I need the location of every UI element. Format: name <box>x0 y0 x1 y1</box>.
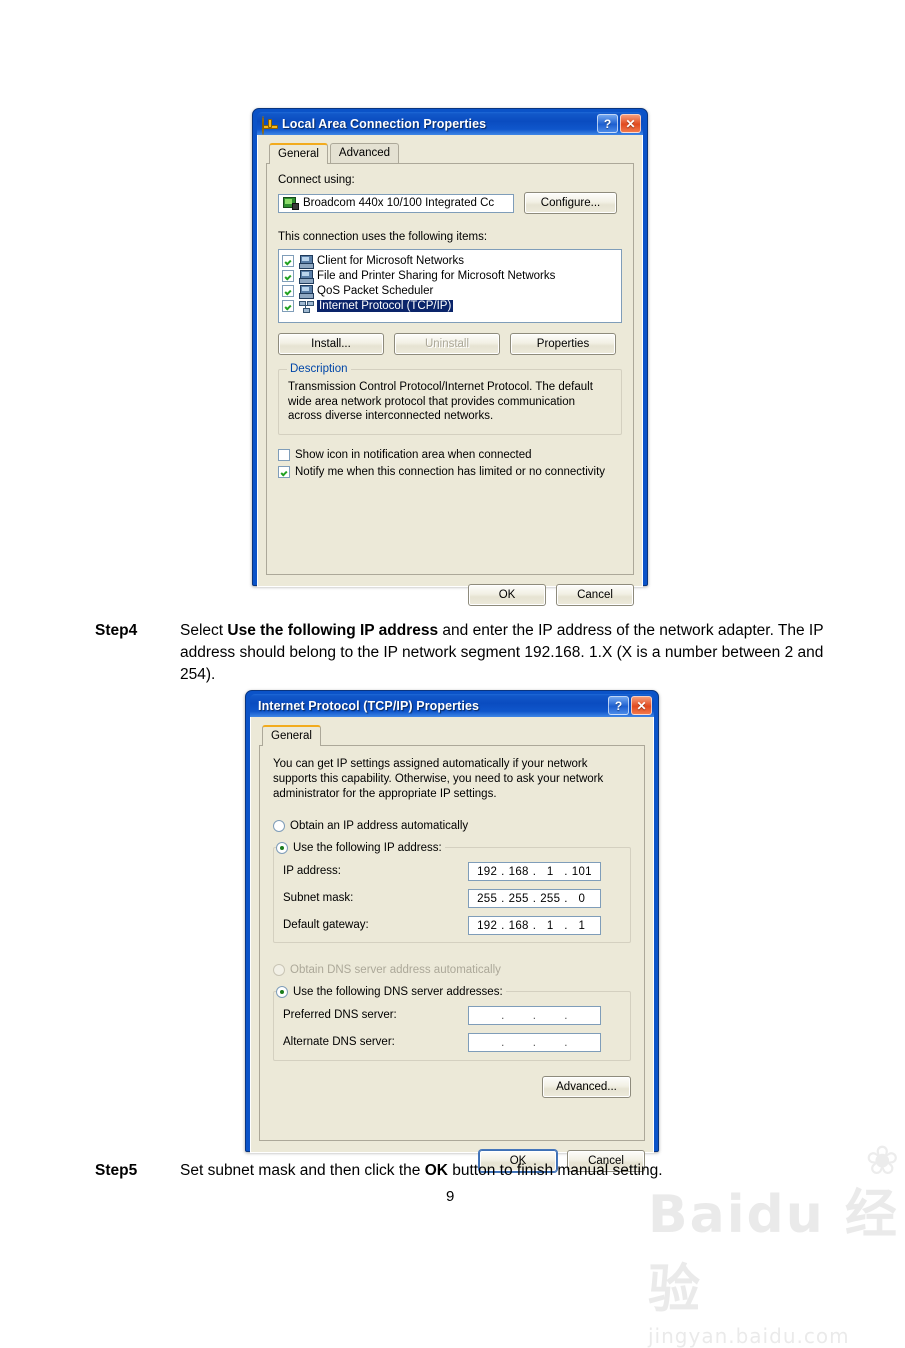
list-item[interactable]: QoS Packet Scheduler <box>282 283 619 299</box>
list-item[interactable]: Client for Microsoft Networks <box>282 253 619 269</box>
checkbox-label: Show icon in notification area when conn… <box>295 448 532 461</box>
install-button[interactable]: Install... <box>278 333 384 355</box>
list-item[interactable]: File and Printer Sharing for Microsoft N… <box>282 268 619 284</box>
default-gateway-label: Default gateway: <box>283 919 369 931</box>
list-item-label: Internet Protocol (TCP/IP) <box>317 299 454 312</box>
ok-button[interactable]: OK <box>468 584 546 606</box>
description-group: Description Transmission Control Protoco… <box>278 363 622 435</box>
preferred-dns-input[interactable]: . . . <box>468 1006 601 1025</box>
local-area-connection-properties-dialog: Local Area Connection Properties ? ✕ Gen… <box>252 108 648 606</box>
network-adapter-icon <box>283 197 299 210</box>
adapter-combobox[interactable]: Broadcom 440x 10/100 Integrated Cc <box>278 193 514 213</box>
notify-me-checkbox-row[interactable]: Notify me when this connection has limit… <box>278 463 622 480</box>
preferred-dns-label: Preferred DNS server: <box>283 1009 397 1021</box>
paw-icon: ❀ <box>865 1139 899 1183</box>
dialog1-body: General Advanced Connect using: Broadcom… <box>257 135 643 606</box>
manual-ip-legend: Use the following IP address: <box>276 841 445 855</box>
radio-icon <box>273 964 285 976</box>
page-number: 9 <box>446 1188 455 1205</box>
list-item-label: File and Printer Sharing for Microsoft N… <box>317 269 556 282</box>
description-legend: Description <box>287 363 351 375</box>
list-item-selected[interactable]: Internet Protocol (TCP/IP) <box>282 298 619 313</box>
step4-label: Step4 <box>95 622 138 639</box>
radio-label: Obtain an IP address automatically <box>290 820 469 832</box>
internet-protocol-tcpip-properties-dialog: Internet Protocol (TCP/IP) Properties ? … <box>245 690 659 1172</box>
alternate-dns-input[interactable]: . . . <box>468 1033 601 1052</box>
adapter-name: Broadcom 440x 10/100 Integrated Cc <box>303 197 495 209</box>
dialog1-general-panel: Connect using: Broadcom 440x 10/100 Inte… <box>266 163 634 575</box>
step5-bold: OK <box>424 1162 448 1179</box>
cancel-button[interactable]: Cancel <box>556 584 634 606</box>
ip-address-label: IP address: <box>283 865 341 877</box>
protocol-icon <box>299 300 314 313</box>
checkbox-label: Notify me when this connection has limit… <box>295 465 606 478</box>
uninstall-button: Uninstall <box>394 333 500 355</box>
step5-label: Step5 <box>95 1162 138 1179</box>
dialog1-tabs: General Advanced <box>269 142 634 164</box>
dialog1-window-buttons: ? ✕ <box>597 114 641 133</box>
list-item-label: QoS Packet Scheduler <box>317 284 434 297</box>
default-gateway-input[interactable]: 192. 168. 1. 1 <box>468 916 601 935</box>
dialog2-titlebar[interactable]: Internet Protocol (TCP/IP) Properties ? … <box>250 694 654 717</box>
checkbox-icon[interactable] <box>282 269 294 282</box>
network-connection-icon <box>262 115 278 135</box>
dialog2-window-buttons: ? ✕ <box>608 696 652 715</box>
description-text: Transmission Control Protocol/Internet P… <box>288 381 593 422</box>
properties-button[interactable]: Properties <box>510 333 616 355</box>
radio-icon[interactable] <box>276 842 288 854</box>
radio-label: Use the following IP address: <box>293 842 442 854</box>
computer-icon <box>299 269 314 284</box>
document-page: Local Area Connection Properties ? ✕ Gen… <box>0 0 905 1348</box>
radio-obtain-dns-automatically: Obtain DNS server address automatically <box>273 963 631 977</box>
radio-label: Use the following DNS server addresses: <box>293 986 503 998</box>
dialog2-title: Internet Protocol (TCP/IP) Properties <box>258 698 480 713</box>
configure-button[interactable]: Configure... <box>524 192 617 214</box>
checkbox-icon[interactable] <box>278 465 290 478</box>
components-listbox[interactable]: Client for Microsoft Networks File and P… <box>278 249 622 323</box>
dialog1-titlebar[interactable]: Local Area Connection Properties ? ✕ <box>257 112 643 135</box>
step4-text: Select Use the following IP address and … <box>180 622 824 683</box>
show-icon-checkbox-row[interactable]: Show icon in notification area when conn… <box>278 446 622 463</box>
radio-obtain-ip-automatically[interactable]: Obtain an IP address automatically <box>273 819 631 833</box>
checkbox-icon[interactable] <box>282 284 294 297</box>
help-icon[interactable]: ? <box>608 696 629 715</box>
step4-bold: Use the following IP address <box>227 622 439 639</box>
watermark-url: jingyan.baidu.com <box>648 1324 850 1348</box>
checkbox-icon[interactable] <box>278 448 290 461</box>
close-icon[interactable]: ✕ <box>631 696 652 715</box>
tab-advanced[interactable]: Advanced <box>329 143 400 163</box>
alternate-dns-label: Alternate DNS server: <box>283 1036 395 1048</box>
close-icon[interactable]: ✕ <box>620 114 641 133</box>
computer-icon <box>299 284 314 299</box>
tab-general[interactable]: General <box>269 143 328 164</box>
subnet-mask-label: Subnet mask: <box>283 892 354 904</box>
items-label: This connection uses the following items… <box>278 231 488 243</box>
checkbox-icon[interactable] <box>282 254 294 267</box>
radio-icon[interactable] <box>276 986 288 998</box>
manual-dns-group: Use the following DNS server addresses: … <box>273 985 631 1061</box>
connect-using-label: Connect using: <box>278 174 355 186</box>
baidu-watermark: ❀ Baidu 经验 jingyan.baidu.com <box>648 1139 905 1348</box>
tab-general[interactable]: General <box>262 725 321 746</box>
radio-icon[interactable] <box>273 820 285 832</box>
intro-text: You can get IP settings assigned automat… <box>273 758 604 800</box>
subnet-mask-input[interactable]: 255. 255. 255. 0 <box>468 889 601 908</box>
dialog2-body: General You can get IP settings assigned… <box>250 717 654 1172</box>
list-item-label: Client for Microsoft Networks <box>317 254 464 267</box>
computer-icon <box>299 254 314 269</box>
radio-label: Obtain DNS server address automatically <box>290 964 501 976</box>
dialog1-title: Local Area Connection Properties <box>282 116 487 131</box>
manual-dns-legend: Use the following DNS server addresses: <box>276 985 506 999</box>
dialog2-tabs: General <box>262 724 645 746</box>
advanced-button[interactable]: Advanced... <box>542 1076 631 1098</box>
ip-address-input[interactable]: 192. 168. 1. 101 <box>468 862 601 881</box>
help-icon[interactable]: ? <box>597 114 618 133</box>
manual-ip-group: Use the following IP address: IP address… <box>273 841 631 943</box>
step5-text: Set subnet mask and then click the OK bu… <box>180 1162 663 1179</box>
checkbox-icon[interactable] <box>282 299 294 312</box>
dialog2-general-panel: You can get IP settings assigned automat… <box>259 745 645 1141</box>
watermark-brand: Baidu 经验 <box>648 1185 899 1320</box>
